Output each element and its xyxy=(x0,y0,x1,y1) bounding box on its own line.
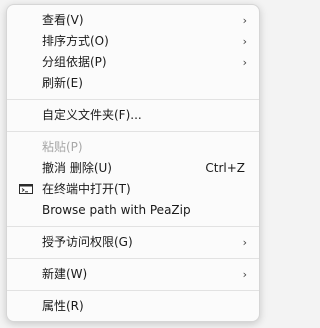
submenu-arrow-icon: › xyxy=(242,56,247,69)
menu-item-refresh[interactable]: 刷新(E) xyxy=(7,73,259,94)
menu-item-label: Browse path with PeaZip xyxy=(42,203,191,217)
context-menu: 查看(V) › 排序方式(O) › 分组依据(P) › 刷新(E) 自定义文件夹… xyxy=(6,4,260,322)
menu-item-new[interactable]: 新建(W) › xyxy=(7,264,259,285)
menu-item-sort-by[interactable]: 排序方式(O) › xyxy=(7,31,259,52)
menu-item-label: 属性(R) xyxy=(42,299,84,313)
menu-item-label: 在终端中打开(T) xyxy=(42,182,131,196)
menu-item-label: 自定义文件夹(F)... xyxy=(42,108,142,122)
menu-item-label: 刷新(E) xyxy=(42,76,83,90)
menu-item-paste: 粘贴(P) xyxy=(7,137,259,158)
submenu-arrow-icon: › xyxy=(242,14,247,27)
menu-item-group-by[interactable]: 分组依据(P) › xyxy=(7,52,259,73)
menu-item-properties[interactable]: 属性(R) xyxy=(7,296,259,317)
menu-separator xyxy=(7,226,259,227)
submenu-arrow-icon: › xyxy=(242,236,247,249)
menu-item-label: 授予访问权限(G) xyxy=(42,235,133,249)
menu-item-shortcut: Ctrl+Z xyxy=(205,161,245,175)
submenu-arrow-icon: › xyxy=(242,268,247,281)
terminal-icon xyxy=(19,184,33,194)
menu-separator xyxy=(7,131,259,132)
menu-item-open-in-terminal[interactable]: 在终端中打开(T) xyxy=(7,179,259,200)
menu-item-label: 查看(V) xyxy=(42,13,84,27)
menu-item-view[interactable]: 查看(V) › xyxy=(7,10,259,31)
menu-separator xyxy=(7,290,259,291)
menu-separator xyxy=(7,99,259,100)
menu-item-label: 新建(W) xyxy=(42,267,88,281)
menu-item-label: 撤消 删除(U) xyxy=(42,161,112,175)
menu-item-give-access[interactable]: 授予访问权限(G) › xyxy=(7,232,259,253)
menu-item-label: 粘贴(P) xyxy=(42,140,83,154)
menu-item-undo-delete[interactable]: 撤消 删除(U) Ctrl+Z xyxy=(7,158,259,179)
submenu-arrow-icon: › xyxy=(242,35,247,48)
menu-item-label: 排序方式(O) xyxy=(42,34,109,48)
menu-item-label: 分组依据(P) xyxy=(42,55,107,69)
menu-separator xyxy=(7,258,259,259)
menu-item-customize-folder[interactable]: 自定义文件夹(F)... xyxy=(7,105,259,126)
menu-item-browse-peazip[interactable]: Browse path with PeaZip xyxy=(7,200,259,221)
